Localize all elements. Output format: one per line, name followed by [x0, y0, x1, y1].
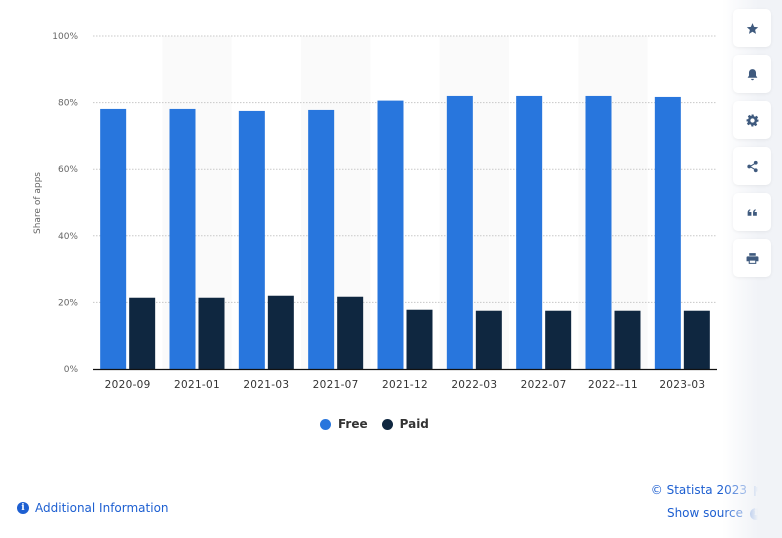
y-tick-label: 0%: [64, 365, 79, 375]
bar-free[interactable]: [516, 95, 543, 369]
bar-free[interactable]: [446, 95, 473, 369]
legend-swatch-free: [320, 418, 331, 430]
bar-paid[interactable]: [683, 310, 710, 369]
x-tick-label: 2023-03: [659, 379, 705, 391]
x-tick-label: 2020-09: [105, 379, 151, 391]
legend-label-free: Free: [338, 417, 368, 431]
legend-item-paid[interactable]: Paid: [381, 417, 429, 431]
bar-free[interactable]: [169, 108, 196, 369]
x-tick-label: 2022-03: [451, 379, 497, 391]
y-tick-label: 80%: [58, 99, 78, 109]
notification-button[interactable]: [733, 55, 771, 93]
category-bands: [162, 36, 648, 369]
x-tick-label: 2021-07: [313, 379, 359, 391]
share-button[interactable]: [733, 147, 771, 185]
x-axis-ticks: 2020-09 2021-01 2021-03 2021-07 2021-12 2022-…: [105, 379, 705, 391]
bar-free[interactable]: [100, 108, 127, 369]
settings-button[interactable]: [733, 101, 771, 139]
x-tick-label: 2022-07: [521, 379, 567, 391]
bar-paid[interactable]: [337, 296, 364, 369]
y-axis-title: Share of apps: [33, 172, 43, 234]
tool-sidebar: [722, 0, 782, 538]
x-tick-label: 2021-03: [243, 379, 289, 391]
y-tick-label: 60%: [58, 165, 78, 175]
star-icon: [746, 22, 758, 34]
bar-free[interactable]: [238, 110, 265, 370]
y-axis-ticks: 0% 20% 40% 60% 80% 100%: [52, 32, 78, 375]
bar-paid[interactable]: [198, 297, 225, 369]
print-icon: [746, 252, 758, 264]
bar-paid[interactable]: [545, 310, 572, 369]
gear-icon: [746, 114, 758, 126]
y-tick-label: 100%: [52, 32, 78, 42]
bell-icon: [747, 68, 757, 80]
favorite-button[interactable]: [733, 9, 771, 47]
additional-information-link[interactable]: i Additional Information: [17, 501, 169, 515]
bar-paid[interactable]: [614, 310, 641, 369]
bar-free[interactable]: [585, 95, 612, 369]
bar-paid[interactable]: [267, 295, 294, 369]
bar-paid[interactable]: [406, 309, 433, 369]
y-tick-label: 40%: [58, 232, 78, 242]
cite-button[interactable]: [733, 193, 771, 231]
share-icon: [746, 160, 758, 172]
x-tick-label: 2021-12: [382, 379, 428, 391]
x-tick-label: 2022--11: [588, 379, 638, 391]
bar-paid[interactable]: [129, 297, 156, 369]
print-button[interactable]: [733, 239, 771, 277]
y-tick-label: 20%: [58, 298, 78, 308]
bar-chart: 0% 20% 40% 60% 80% 100% Share of apps 2020-09…: [33, 32, 717, 391]
bar-paid[interactable]: [475, 310, 502, 369]
bar-free[interactable]: [308, 109, 335, 370]
additional-information-label: Additional Information: [35, 501, 169, 515]
bar-free[interactable]: [377, 100, 404, 370]
legend-label-paid: Paid: [399, 417, 429, 431]
x-tick-label: 2021-01: [174, 379, 220, 391]
legend-swatch-paid: [381, 418, 393, 430]
legend-item-free[interactable]: Free: [320, 417, 368, 431]
info-icon: i: [17, 502, 29, 514]
bar-free[interactable]: [654, 96, 681, 370]
quote-icon: [747, 208, 757, 216]
legend: Free Paid: [320, 417, 429, 431]
